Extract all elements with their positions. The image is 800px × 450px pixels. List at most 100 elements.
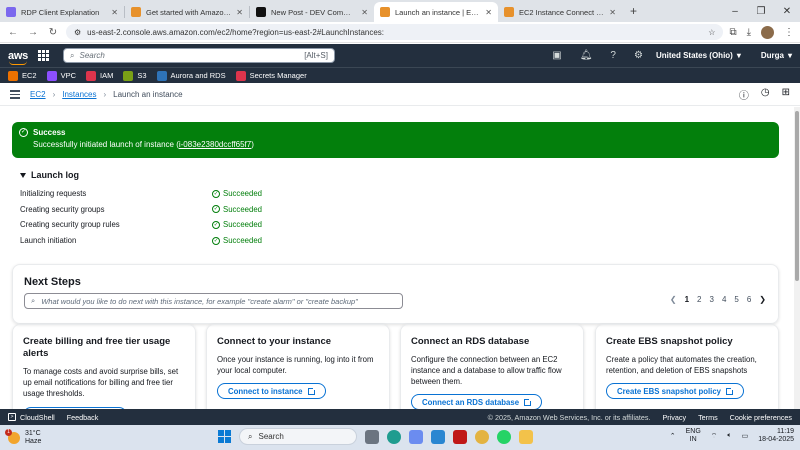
tray-overflow-icon[interactable]: ⌃	[670, 432, 676, 440]
chrome-icon[interactable]	[475, 429, 489, 444]
tab-close-icon[interactable]: ✕	[609, 8, 616, 17]
secrets-manager-service-icon	[235, 70, 246, 81]
info-icon[interactable]: ⓘ	[739, 87, 749, 102]
settings-gear-icon[interactable]: ⚙	[634, 50, 643, 61]
profile-avatar[interactable]	[761, 25, 774, 39]
new-tab-button[interactable]: +	[622, 4, 645, 22]
status-indicator: ✓ Succeeded	[212, 189, 262, 198]
launch-log-title: Launch log	[31, 170, 79, 180]
close-window-icon[interactable]: ✕	[774, 6, 800, 17]
back-icon[interactable]: ←	[6, 27, 20, 38]
battery-icon[interactable]: ▭	[742, 432, 749, 440]
download-icon[interactable]: ⤓	[747, 27, 751, 38]
file-explorer-icon[interactable]	[519, 429, 533, 444]
breadcrumb-ec2-link[interactable]: EC2	[30, 90, 46, 99]
favorite-s3[interactable]: S3	[123, 70, 147, 81]
tab-title: Get started with Amazon EC2	[146, 7, 231, 17]
forward-icon[interactable]: →	[26, 27, 40, 38]
clock[interactable]: 11:19 18-04-2025	[758, 428, 794, 444]
extensions-icon[interactable]: ⧉	[729, 27, 736, 38]
status-text: Succeeded	[223, 236, 263, 246]
page-button[interactable]: 2	[697, 295, 701, 304]
browser-tab[interactable]: EC2 Instance Connect | us-east ✕	[498, 2, 622, 22]
favorite-iam[interactable]: IAM	[86, 70, 113, 81]
page-button[interactable]: 4	[722, 295, 726, 304]
store-icon[interactable]	[431, 429, 445, 444]
cloudshell-icon[interactable]: ▣	[552, 50, 561, 61]
mcafee-icon[interactable]	[453, 429, 467, 444]
browser-tab-strip: RDP Client Explanation ✕ Get started wit…	[0, 0, 800, 22]
billing-alerts-card: Create billing and free tier usage alert…	[12, 324, 196, 409]
help-icon[interactable]: ?	[610, 50, 616, 61]
previous-page-icon[interactable]: ❮	[670, 295, 677, 304]
tab-favicon-icon	[256, 7, 266, 17]
url-text[interactable]: us-east-2.console.aws.amazon.com/ec2/hom…	[87, 28, 702, 37]
favorite-label: Aurora and RDS	[170, 71, 226, 80]
recent-activity-icon[interactable]: ◷	[761, 87, 770, 102]
tab-close-icon[interactable]: ✕	[111, 8, 118, 17]
terms-link[interactable]: Terms	[698, 413, 718, 422]
tab-close-icon[interactable]: ✕	[485, 8, 492, 17]
favorite-secrets-manager[interactable]: Secrets Manager	[235, 70, 307, 81]
next-page-icon[interactable]: ❯	[759, 295, 766, 304]
cookie-preferences-link[interactable]: Cookie preferences	[730, 413, 792, 422]
address-bar[interactable]: ⚙ us-east-2.console.aws.amazon.com/ec2/h…	[66, 24, 724, 40]
maximize-icon[interactable]: ❐	[748, 6, 774, 17]
favorite-vpc[interactable]: VPC	[46, 70, 76, 81]
favorite-rds[interactable]: Aurora and RDS	[156, 70, 226, 81]
wifi-icon[interactable]: ⌔	[711, 432, 718, 441]
page-button[interactable]: 3	[709, 295, 713, 304]
reload-icon[interactable]: ↻	[46, 27, 60, 38]
notifications-bell-icon[interactable]: 🔔︎	[580, 50, 593, 61]
weather-widget[interactable]: 1 31°C Haze	[5, 428, 41, 446]
success-check-icon: ✓	[212, 220, 220, 229]
tab-close-icon[interactable]: ✕	[236, 8, 243, 17]
edge-browser-icon[interactable]	[387, 429, 401, 444]
copilot-icon[interactable]	[409, 429, 423, 444]
site-info-icon[interactable]: ⚙	[74, 28, 81, 37]
instance-id-link[interactable]: i-083e2380dccff65f7	[179, 140, 251, 149]
page-button[interactable]: 6	[747, 295, 751, 304]
connect-rds-button[interactable]: Connect an RDS database	[411, 394, 543, 409]
language-indicator[interactable]: ENG IN	[686, 428, 701, 444]
tab-title: New Post - DEV Community	[271, 7, 357, 17]
cloudshell-button[interactable]: > CloudShell	[8, 413, 55, 422]
connect-to-instance-button[interactable]: Connect to instance	[217, 383, 326, 399]
scrollbar-thumb[interactable]	[795, 111, 799, 281]
windows-start-icon[interactable]	[218, 430, 231, 443]
launch-log-toggle[interactable]: Launch log	[20, 170, 420, 180]
minimize-icon[interactable]: –	[722, 6, 748, 17]
create-ebs-policy-button[interactable]: Create EBS snapshot policy	[606, 383, 744, 399]
taskbar-search-label: Search	[258, 432, 284, 441]
menu-dots-icon[interactable]: ⋮	[784, 27, 794, 38]
feedback-link[interactable]: Feedback	[67, 413, 99, 422]
services-grid-icon[interactable]	[38, 50, 49, 61]
browser-tab[interactable]: New Post - DEV Community ✕	[250, 2, 374, 22]
page-scrollbar[interactable]	[794, 107, 800, 409]
volume-icon[interactable]: 🔈︎	[727, 432, 731, 440]
breadcrumb-instances-link[interactable]: Instances	[62, 90, 96, 99]
browser-tab[interactable]: RDP Client Explanation ✕	[0, 2, 124, 22]
browser-tab-active[interactable]: Launch an instance | EC2 | us-e ✕	[374, 2, 498, 22]
account-menu[interactable]: Durga ▾	[761, 51, 792, 60]
browser-tab[interactable]: Get started with Amazon EC2 ✕	[125, 2, 249, 22]
region-selector[interactable]: United States (Ohio) ▾	[656, 51, 741, 60]
panel-toggle-icon[interactable]: ⊞	[782, 87, 790, 102]
next-steps-search-input[interactable]: ⌕ What would you like to do next with th…	[24, 293, 403, 309]
aws-logo[interactable]: aws	[8, 50, 30, 65]
whatsapp-icon[interactable]	[497, 429, 511, 444]
tab-close-icon[interactable]: ✕	[361, 8, 368, 17]
aws-search-input[interactable]: ⌕ Search [Alt+S]	[63, 48, 335, 63]
task-view-icon[interactable]	[365, 429, 379, 444]
search-icon: ⌕	[31, 296, 36, 305]
hamburger-menu-icon[interactable]	[10, 90, 20, 99]
connect-instance-card: Connect to your instance Once your insta…	[206, 324, 390, 409]
page-button[interactable]: 5	[734, 295, 738, 304]
privacy-link[interactable]: Privacy	[663, 413, 687, 422]
page-button[interactable]: 1	[685, 295, 689, 304]
notification-badge: 1	[5, 428, 12, 436]
favorite-ec2[interactable]: EC2	[8, 70, 37, 81]
taskbar-search[interactable]: ⌕ Search	[239, 428, 357, 445]
launch-log-section: Launch log Initializing requests ✓ Succee…	[20, 170, 420, 248]
bookmark-star-icon[interactable]: ☆	[708, 28, 715, 37]
